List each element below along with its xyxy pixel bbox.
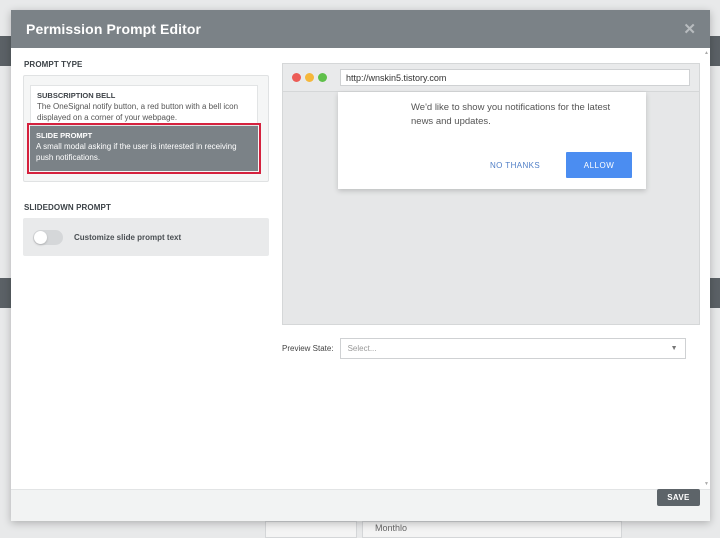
- slidedown-prompt-label: SLIDEDOWN PROMPT: [24, 203, 111, 212]
- preview-state-label: Preview State:: [282, 344, 334, 353]
- modal-footer: [11, 490, 710, 521]
- chevron-down-icon: ▼: [670, 345, 678, 352]
- save-button[interactable]: SAVE: [657, 489, 700, 506]
- url-bar: http://wnskin5.tistory.com: [340, 69, 690, 86]
- modal-title: Permission Prompt Editor: [26, 21, 202, 37]
- background-block: [710, 36, 720, 66]
- prompt-option-slide-prompt[interactable]: SLIDE PROMPT A small modal asking if the…: [27, 123, 261, 174]
- option-description: A small modal asking if the user is inte…: [36, 142, 237, 162]
- prompt-type-label: PROMPT TYPE: [24, 60, 83, 69]
- close-icon[interactable]: ✕: [683, 20, 696, 38]
- modal-scrollbar[interactable]: ▲ ▼: [702, 48, 710, 489]
- scroll-down-icon[interactable]: ▼: [704, 481, 709, 487]
- prompt-option-subscription-bell[interactable]: SUBSCRIPTION BELL The OneSignal notify b…: [30, 85, 258, 126]
- window-minimize-dot: [305, 73, 314, 82]
- permission-prompt-editor-modal: Permission Prompt Editor ✕ PROMPT TYPE S…: [11, 10, 710, 521]
- no-thanks-button[interactable]: NO THANKS: [490, 161, 540, 170]
- option-description: The OneSignal notify button, a red butto…: [37, 102, 239, 122]
- background-card: Monthlo: [362, 521, 622, 538]
- scroll-up-icon[interactable]: ▲: [704, 50, 709, 56]
- option-title: SLIDE PROMPT: [36, 131, 93, 140]
- modal-body: PROMPT TYPE SUBSCRIPTION BELL The OneSig…: [11, 48, 710, 490]
- background-card: [265, 521, 357, 538]
- option-title: SUBSCRIPTION BELL: [37, 91, 116, 100]
- modal-header: Permission Prompt Editor ✕: [11, 10, 710, 48]
- customize-prompt-toggle[interactable]: [33, 229, 63, 245]
- notification-prompt-card: We'd like to show you notifications for …: [338, 92, 646, 189]
- browser-preview: http://wnskin5.tistory.com We'd like to …: [282, 63, 700, 325]
- preview-state-row: Preview State: Select... ▼: [282, 338, 686, 359]
- prompt-type-list: SUBSCRIPTION BELL The OneSignal notify b…: [23, 75, 269, 182]
- background-label: Monthlo: [375, 523, 408, 533]
- background-block: [710, 278, 720, 308]
- preview-state-select[interactable]: Select... ▼: [339, 338, 686, 359]
- customize-prompt-box: Customize slide prompt text: [23, 218, 269, 256]
- preview-state-placeholder: Select...: [347, 344, 377, 353]
- allow-button[interactable]: ALLOW: [566, 152, 632, 178]
- window-close-dot: [292, 73, 301, 82]
- customize-prompt-label: Customize slide prompt text: [74, 232, 182, 242]
- browser-toolbar: http://wnskin5.tistory.com: [283, 64, 699, 92]
- background-block: [0, 36, 11, 66]
- window-maximize-dot: [318, 73, 327, 82]
- notification-message: We'd like to show you notifications for …: [411, 102, 611, 127]
- background-block: [0, 278, 11, 308]
